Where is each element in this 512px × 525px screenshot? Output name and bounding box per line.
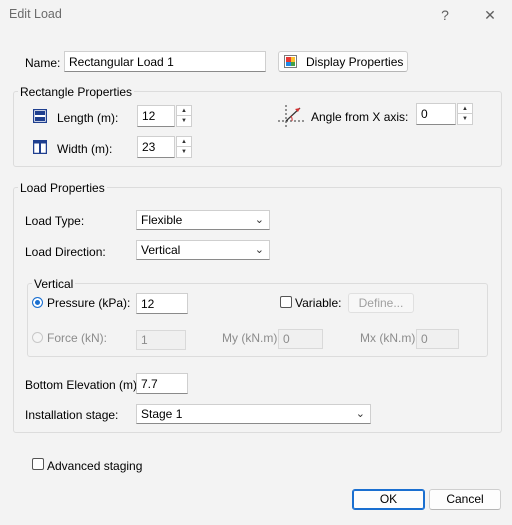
load-properties-title: Load Properties <box>18 181 107 195</box>
pressure-label[interactable]: Pressure (kPa): <box>47 296 130 310</box>
load-direction-value: Vertical <box>141 243 181 257</box>
mx-label: Mx (kN.m): <box>360 331 419 345</box>
force-input[interactable]: 1 <box>136 330 186 350</box>
length-input[interactable]: 12 <box>137 105 175 127</box>
length-label: Length (m): <box>57 111 119 125</box>
spin-up-icon[interactable]: ▲ <box>458 104 472 114</box>
width-input[interactable]: 23 <box>137 136 175 158</box>
vertical-title: Vertical <box>32 277 76 291</box>
width-icon <box>32 139 48 155</box>
pressure-radio[interactable] <box>32 297 43 308</box>
load-type-label: Load Type: <box>25 214 85 228</box>
bottom-elevation-input[interactable]: 7.7 <box>136 373 188 394</box>
my-label: My (kN.m): <box>222 331 281 345</box>
load-type-value: Flexible <box>141 213 183 227</box>
spin-down-icon[interactable]: ▼ <box>458 114 472 124</box>
ok-button[interactable]: OK <box>352 489 425 510</box>
title-bar: Edit Load ? ✕ <box>0 0 512 30</box>
angle-label: Angle from X axis: <box>311 110 409 124</box>
display-properties-label: Display Properties <box>306 55 404 69</box>
variable-label[interactable]: Variable: <box>295 296 341 310</box>
variable-checkbox[interactable] <box>280 296 292 308</box>
load-direction-label: Load Direction: <box>25 245 106 259</box>
rectangle-properties-title: Rectangle Properties <box>18 85 135 99</box>
width-spinner[interactable]: ▲ ▼ <box>176 136 192 158</box>
bottom-elevation-label: Bottom Elevation (m): <box>25 378 141 392</box>
display-properties-button[interactable]: Display Properties <box>278 51 408 72</box>
load-direction-select[interactable]: Vertical ⌄ <box>136 240 270 260</box>
palette-icon <box>284 55 297 68</box>
chevron-down-icon: ⌄ <box>254 244 264 256</box>
angle-input[interactable]: 0 <box>416 103 456 125</box>
installation-stage-label: Installation stage: <box>25 408 119 422</box>
spin-up-icon[interactable]: ▲ <box>177 137 191 147</box>
angle-icon <box>276 103 306 129</box>
force-label[interactable]: Force (kN): <box>47 331 107 345</box>
spin-up-icon[interactable]: ▲ <box>177 106 191 116</box>
spin-down-icon[interactable]: ▼ <box>177 116 191 126</box>
length-spinner[interactable]: ▲ ▼ <box>176 105 192 127</box>
window-title: Edit Load <box>9 7 62 21</box>
name-input[interactable]: Rectangular Load 1 <box>64 51 266 72</box>
mx-input[interactable]: 0 <box>416 329 459 349</box>
spin-down-icon[interactable]: ▼ <box>177 147 191 157</box>
chevron-down-icon: ⌄ <box>254 214 264 226</box>
my-input[interactable]: 0 <box>278 329 323 349</box>
load-type-select[interactable]: Flexible ⌄ <box>136 210 270 230</box>
advanced-staging-checkbox[interactable] <box>32 458 44 470</box>
advanced-staging-label[interactable]: Advanced staging <box>47 459 142 473</box>
length-icon <box>32 108 48 124</box>
chevron-down-icon: ⌄ <box>355 408 365 420</box>
angle-spinner[interactable]: ▲ ▼ <box>457 103 473 125</box>
force-radio[interactable] <box>32 332 43 343</box>
pressure-input[interactable]: 12 <box>136 293 188 314</box>
width-label: Width (m): <box>57 142 113 156</box>
installation-stage-select[interactable]: Stage 1 ⌄ <box>136 404 371 424</box>
close-button[interactable]: ✕ <box>477 4 503 26</box>
define-button[interactable]: Define... <box>348 293 414 313</box>
help-button[interactable]: ? <box>432 4 458 26</box>
name-label: Name: <box>25 56 61 70</box>
installation-stage-value: Stage 1 <box>141 407 183 421</box>
cancel-button[interactable]: Cancel <box>429 489 501 510</box>
